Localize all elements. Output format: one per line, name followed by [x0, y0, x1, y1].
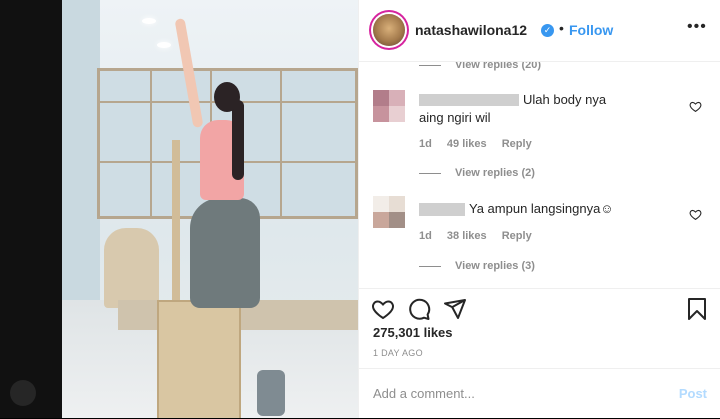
post-modal: natashawilona12 ✓ • Follow ••• View repl…: [62, 0, 720, 418]
blurred-username: [419, 203, 465, 216]
photo-pilates-chair: [104, 228, 159, 308]
share-icon[interactable]: [443, 297, 467, 321]
view-replies-link[interactable]: View replies (2): [419, 167, 535, 179]
comment-reply-button[interactable]: Reply: [502, 138, 532, 150]
likes-count[interactable]: 275,301 likes: [373, 325, 453, 340]
comment-likes[interactable]: 38 likes: [447, 230, 487, 242]
post-photo[interactable]: [62, 0, 358, 418]
comment-text: aing ngiri wil: [419, 110, 491, 125]
post-actions: 275,301 likes 1 DAY AGO: [359, 288, 720, 379]
post-comment-button[interactable]: Post: [679, 386, 707, 401]
comments-list[interactable]: View replies (20) Ulah body nya aing ngi…: [359, 62, 720, 288]
like-heart-icon[interactable]: [371, 297, 395, 321]
post-header: natashawilona12 ✓ • Follow •••: [359, 0, 720, 62]
comment-icon[interactable]: [407, 297, 431, 321]
bookmark-icon[interactable]: [685, 297, 709, 321]
blurred-username: [419, 94, 519, 106]
comment-meta: 1d 49 likes Reply: [419, 138, 544, 150]
author-avatar[interactable]: [373, 14, 405, 46]
photo-roller: [257, 370, 285, 416]
author-username[interactable]: natashawilona12: [415, 22, 527, 38]
view-replies-link[interactable]: View replies (20): [419, 62, 541, 71]
replies-line: [419, 265, 441, 267]
comment-text: Ulah body nya: [523, 92, 607, 107]
post-date[interactable]: 1 DAY AGO: [373, 348, 423, 358]
comment-time: 1d: [419, 138, 432, 150]
follow-button[interactable]: Follow: [569, 22, 613, 38]
post-panel: natashawilona12 ✓ • Follow ••• View repl…: [358, 0, 720, 418]
photo-person-legs: [190, 198, 260, 308]
photo-person-head: [214, 82, 240, 112]
verified-badge-icon: ✓: [541, 24, 554, 37]
replies-line: [419, 64, 441, 66]
comment-time: 1d: [419, 230, 432, 242]
photo-wall: [62, 0, 100, 300]
more-options-icon[interactable]: •••: [687, 18, 707, 36]
commenter-avatar[interactable]: [373, 90, 405, 122]
comment-likes[interactable]: 49 likes: [447, 138, 487, 150]
comment-meta: 1d 38 likes Reply: [419, 230, 544, 242]
add-comment-bar: Add a comment... Post: [359, 368, 720, 419]
comment-text: Ya ampun langsingnya☺: [469, 201, 614, 216]
viewer-avatar[interactable]: [10, 380, 36, 406]
add-comment-input[interactable]: Add a comment...: [373, 386, 475, 401]
comment-reply-button[interactable]: Reply: [502, 230, 532, 242]
commenter-avatar[interactable]: [373, 196, 405, 228]
view-replies-label: View replies (2): [455, 167, 535, 179]
photo-tower: [172, 140, 180, 310]
separator-dot: •: [559, 20, 564, 36]
comment-like-heart-icon[interactable]: [689, 100, 702, 113]
replies-line: [419, 172, 441, 174]
photo-light: [157, 42, 171, 48]
photo-light: [142, 18, 156, 24]
photo-person-hair: [232, 100, 244, 180]
view-replies-label: View replies (20): [455, 62, 542, 71]
photo-box: [157, 300, 241, 418]
view-replies-label: View replies (3): [455, 260, 535, 272]
comment-like-heart-icon[interactable]: [689, 208, 702, 221]
view-replies-link[interactable]: View replies (3): [419, 260, 535, 272]
